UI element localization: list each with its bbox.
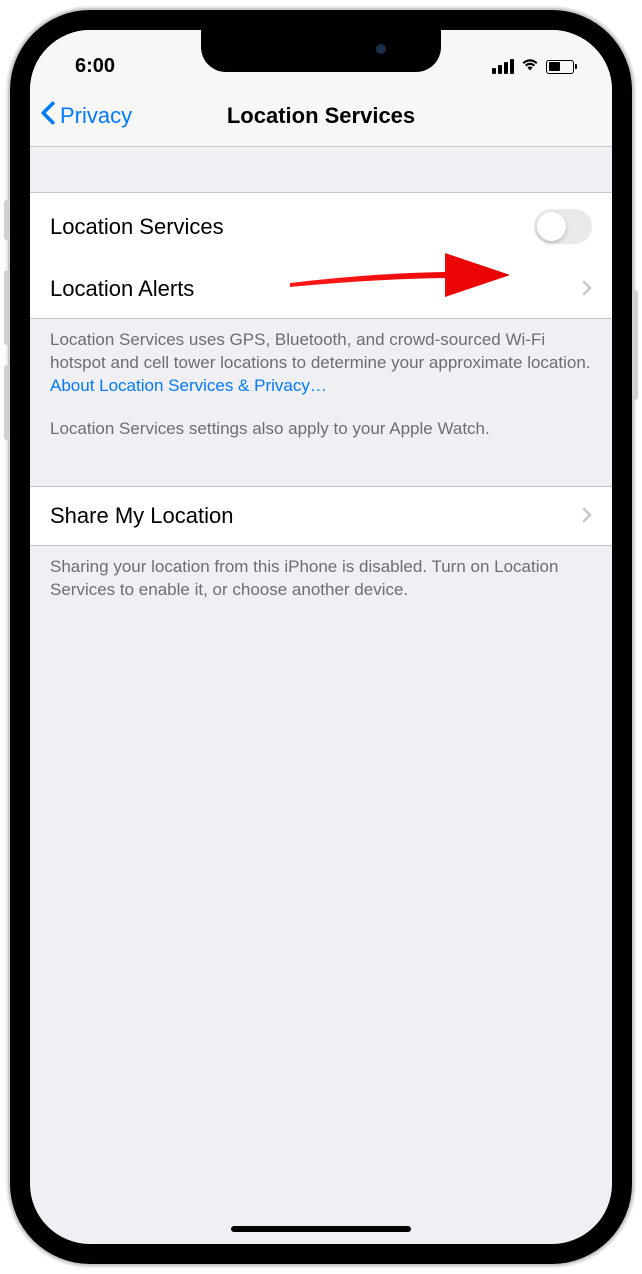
location-alerts-row[interactable]: Location Alerts bbox=[30, 260, 612, 318]
device-frame: 6:00 bbox=[10, 10, 632, 1264]
apple-watch-note: Location Services settings also apply to… bbox=[30, 408, 612, 451]
notch bbox=[201, 30, 441, 72]
location-services-toggle[interactable] bbox=[534, 209, 592, 244]
toggle-knob bbox=[537, 212, 566, 241]
screen: 6:00 bbox=[30, 30, 612, 1244]
cellular-signal-icon bbox=[492, 59, 514, 74]
power-button bbox=[632, 290, 638, 400]
back-label: Privacy bbox=[60, 103, 132, 129]
device-inner: 6:00 bbox=[26, 26, 616, 1248]
status-icons bbox=[492, 57, 577, 76]
content-area: Location Services Location Alerts bbox=[30, 147, 612, 612]
back-button[interactable]: Privacy bbox=[40, 101, 132, 131]
location-alerts-label: Location Alerts bbox=[50, 276, 194, 302]
status-time: 6:00 bbox=[75, 55, 115, 78]
chevron-right-icon bbox=[582, 276, 592, 302]
volume-up-button bbox=[4, 270, 10, 345]
location-services-desc: Location Services uses GPS, Bluetooth, a… bbox=[50, 330, 591, 372]
share-my-location-row[interactable]: Share My Location bbox=[30, 486, 612, 546]
chevron-left-icon bbox=[40, 101, 56, 131]
share-my-location-label: Share My Location bbox=[50, 503, 233, 529]
location-services-row[interactable]: Location Services bbox=[30, 192, 612, 260]
settings-group-1: Location Services Location Alerts bbox=[30, 192, 612, 319]
chevron-right-icon bbox=[582, 503, 592, 529]
share-location-footer: Sharing your location from this iPhone i… bbox=[30, 546, 612, 612]
nav-bar: Privacy Location Services bbox=[30, 85, 612, 147]
wifi-icon bbox=[520, 57, 540, 76]
volume-down-button bbox=[4, 365, 10, 440]
about-location-privacy-link[interactable]: About Location Services & Privacy… bbox=[50, 376, 327, 395]
battery-icon bbox=[546, 60, 577, 74]
home-indicator[interactable] bbox=[231, 1226, 411, 1232]
location-services-label: Location Services bbox=[50, 214, 224, 240]
mute-switch bbox=[4, 200, 10, 240]
location-services-footer: Location Services uses GPS, Bluetooth, a… bbox=[30, 319, 612, 408]
